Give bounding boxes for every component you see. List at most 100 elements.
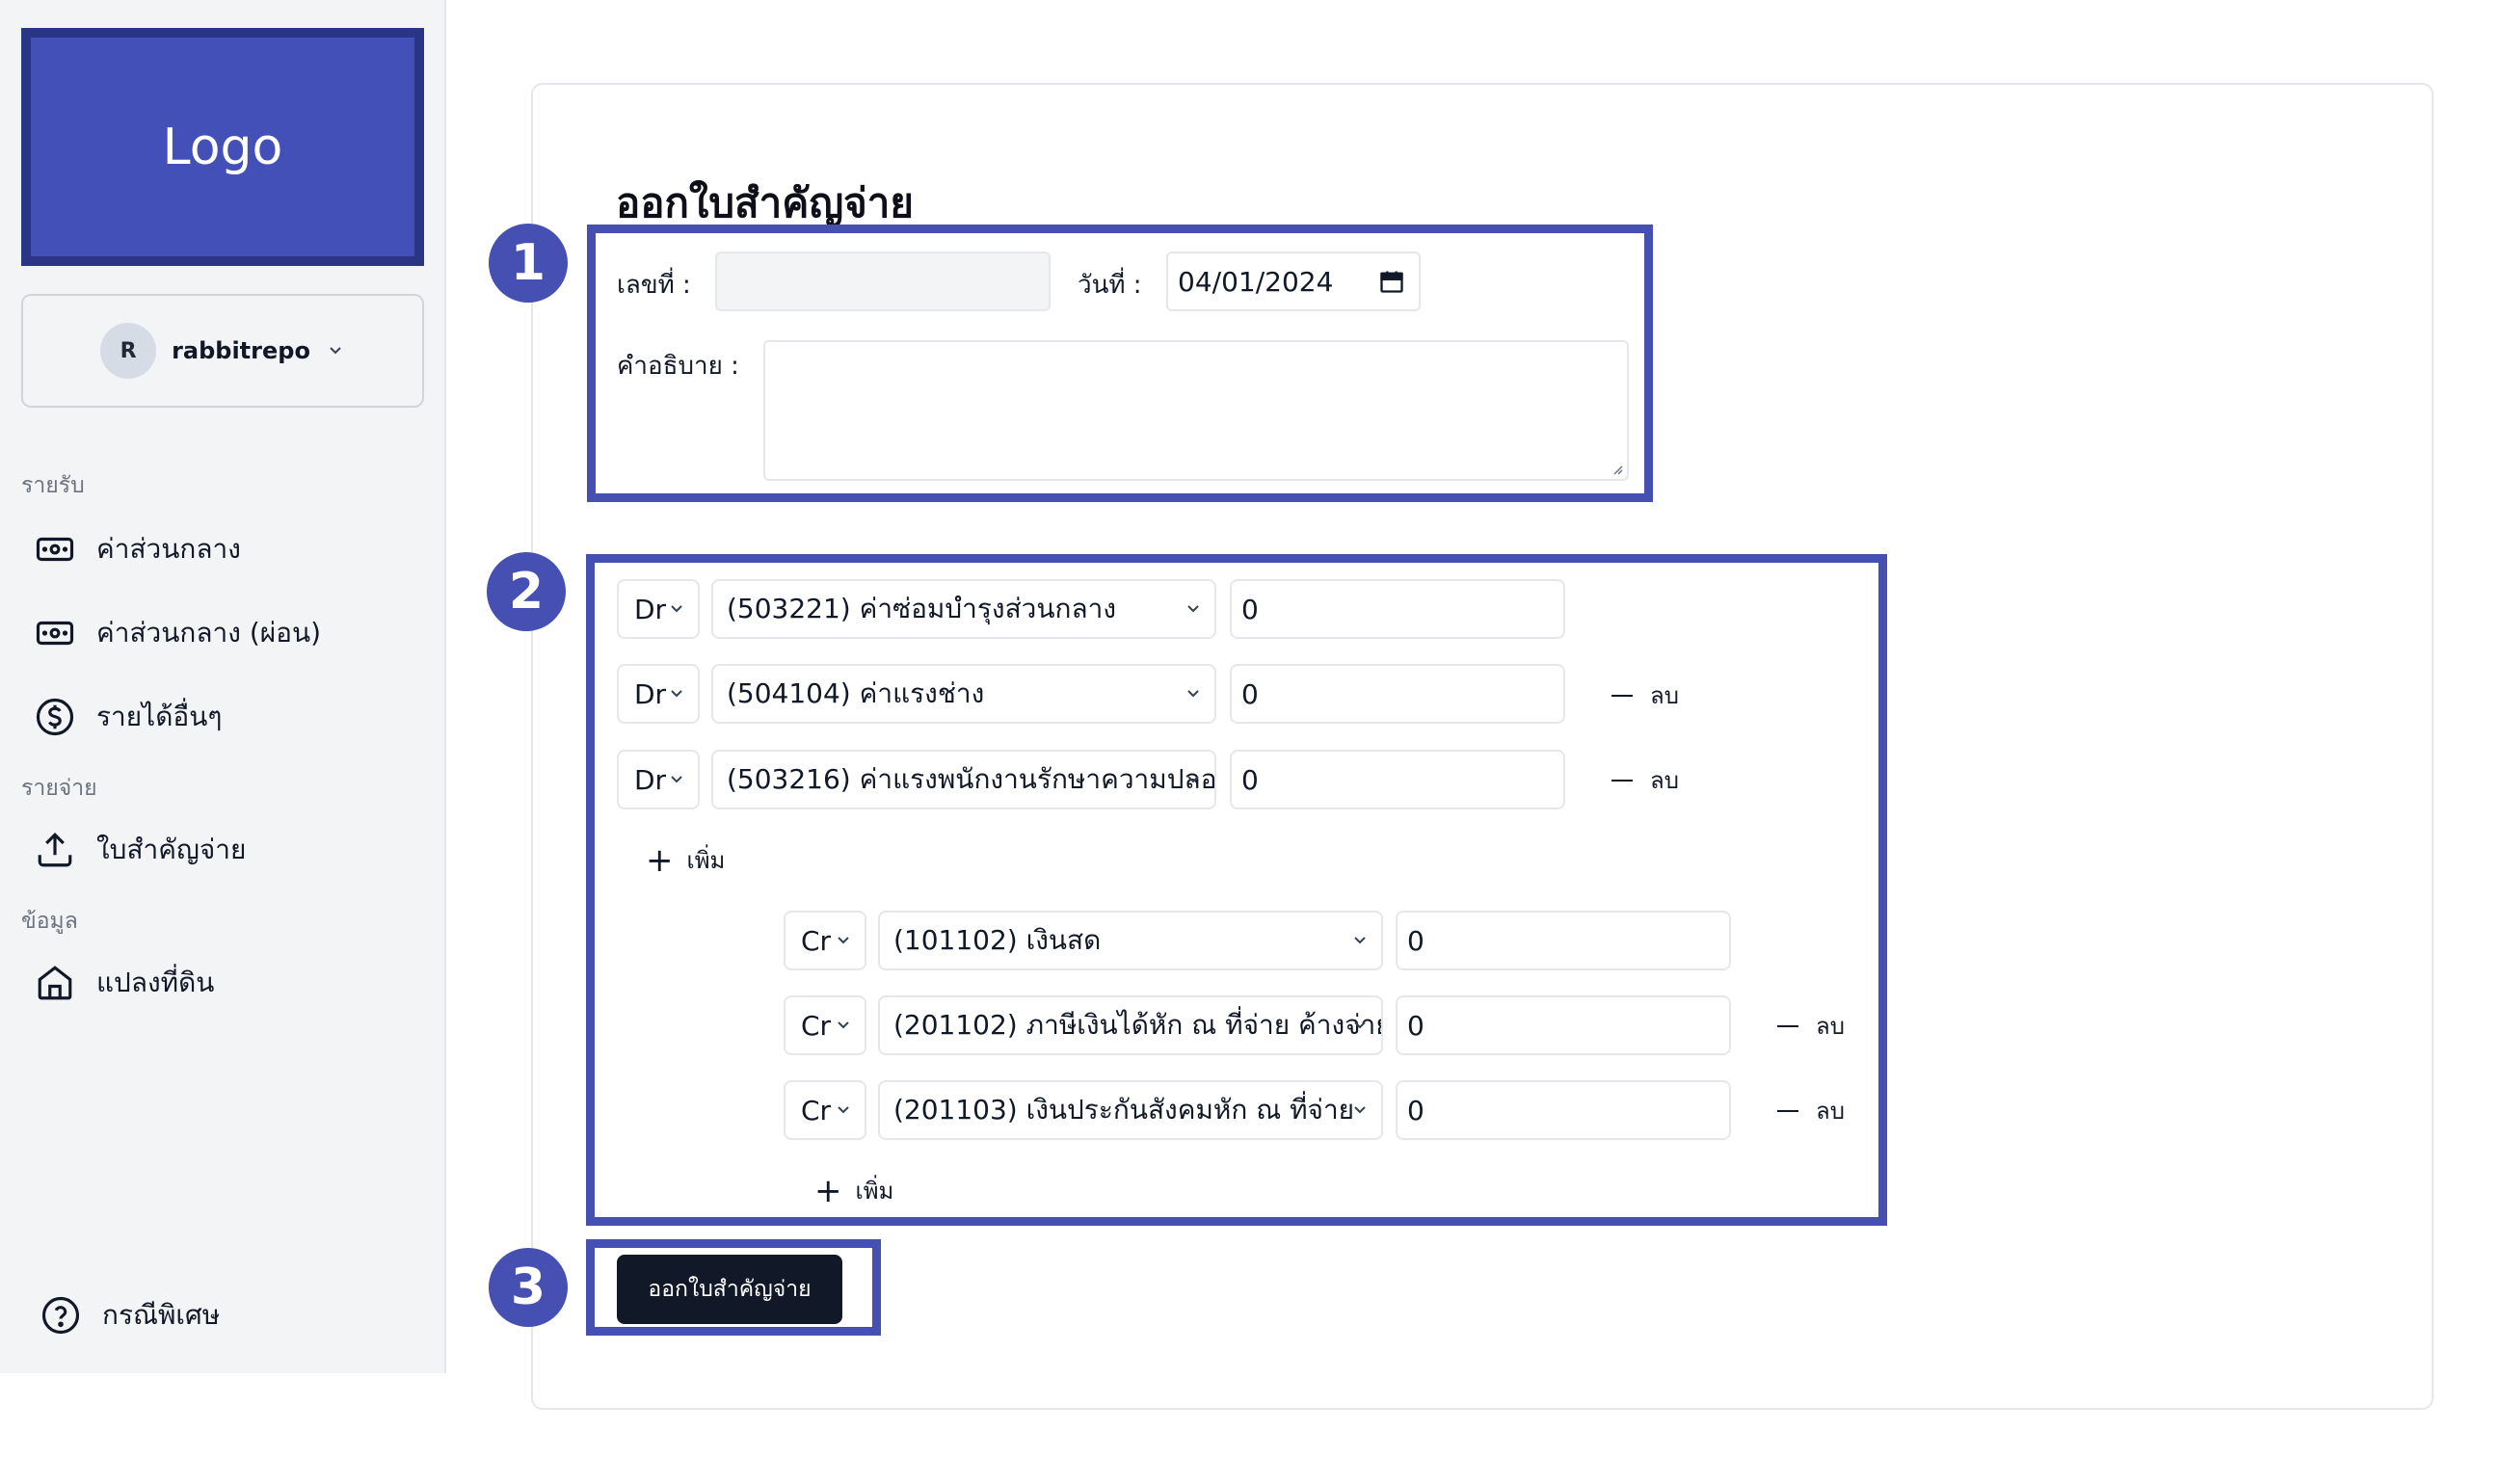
chevron-down-icon <box>671 605 682 613</box>
sidebar-item-special-case[interactable]: กรณีพิเศษ <box>40 1294 220 1337</box>
debit-side-select-2[interactable]: Dr <box>617 664 700 724</box>
chevron-down-icon <box>1187 776 1199 783</box>
section-label-expense: รายจ่าย <box>21 776 97 801</box>
step-badge-3: 3 <box>489 1248 568 1327</box>
remove-label: ลบ <box>1650 767 1679 794</box>
chevron-down-icon <box>1187 690 1199 698</box>
avatar: R <box>100 323 157 379</box>
date-input[interactable]: 04/01/2024 <box>1166 252 1421 311</box>
sidebar-item-label: ค่าส่วนกลาง <box>96 533 241 565</box>
add-debit-row-button[interactable]: + เพิ่ม <box>646 841 725 879</box>
credit-side-select-3[interactable]: Cr <box>784 1080 866 1140</box>
remove-label: ลบ <box>1816 1098 1845 1125</box>
add-credit-row-button[interactable]: + เพิ่ม <box>814 1172 893 1209</box>
side-value: Dr <box>634 593 667 625</box>
resize-handle-icon[interactable] <box>1610 462 1623 475</box>
logo[interactable]: Logo <box>21 28 424 266</box>
chevron-down-icon <box>1354 1106 1366 1114</box>
chevron-down-icon <box>671 690 682 698</box>
sidebar-item-common-fee[interactable]: ค่าส่วนกลาง <box>35 528 241 570</box>
side-value: Dr <box>634 677 667 710</box>
side-value: Cr <box>801 1009 832 1042</box>
chevron-down-icon <box>1354 937 1366 944</box>
number-label: เลขที่ : <box>617 271 691 300</box>
credit-amount-input-1[interactable]: 0 <box>1396 911 1731 970</box>
upload-icon <box>38 833 72 867</box>
remove-label: ลบ <box>1650 682 1679 709</box>
chevron-down-icon <box>838 937 849 944</box>
debit-account-select-1[interactable]: (503221) ค่าซ่อมบำรุงส่วนกลาง <box>711 579 1216 639</box>
account-value: (201102) ภาษีเงินได้หัก ณ ที่จ่าย ค้างจ่… <box>893 1009 1383 1041</box>
remove-credit-row-2-button[interactable]: ลบ <box>1777 1007 1845 1045</box>
side-value: Cr <box>801 1094 832 1126</box>
home-icon <box>38 966 72 1000</box>
account-value: (503216) ค่าแรงพนักงานรักษาความปลอดภัย <box>727 763 1216 795</box>
date-value: 04/01/2024 <box>1178 265 1334 298</box>
chevron-down-icon <box>1187 605 1199 613</box>
account-value: (504104) ค่าแรงช่าง <box>727 677 985 709</box>
minus-icon <box>1777 1024 1798 1027</box>
remove-label: ลบ <box>1816 1013 1845 1040</box>
submit-payment-voucher-button[interactable]: ออกใบสำคัญจ่าย <box>617 1255 842 1324</box>
step-badge-1: 1 <box>489 224 568 303</box>
debit-account-select-2[interactable]: (504104) ค่าแรงช่าง <box>711 664 1216 724</box>
sidebar-item-common-fee-installment[interactable]: ค่าส่วนกลาง (ผ่อน) <box>35 612 321 654</box>
credit-amount-input-3[interactable]: 0 <box>1396 1080 1731 1140</box>
money-bill-icon <box>36 537 74 562</box>
credit-account-select-3[interactable]: (201103) เงินประกันสังคมหัก ณ ที่จ่าย <box>878 1080 1383 1140</box>
side-value: Dr <box>634 763 667 796</box>
credit-account-select-2[interactable]: (201102) ภาษีเงินได้หัก ณ ที่จ่าย ค้างจ่… <box>878 995 1383 1055</box>
sidebar: Logo R rabbitrepo รายรับ ค่าส่วนกลาง ค่า… <box>0 0 446 1373</box>
section-label-data: ข้อมูล <box>21 909 78 934</box>
help-circle-icon <box>41 1296 80 1335</box>
account-value: (201103) เงินประกันสังคมหัก ณ ที่จ่าย <box>893 1094 1355 1126</box>
sidebar-item-label: รายได้อื่นๆ <box>96 701 223 732</box>
remove-debit-row-3-button[interactable]: ลบ <box>1611 761 1679 799</box>
user-menu-button[interactable]: R rabbitrepo <box>21 294 424 408</box>
sidebar-item-label: กรณีพิเศษ <box>102 1299 221 1331</box>
debit-account-select-3[interactable]: (503216) ค่าแรงพนักงานรักษาความปลอดภัย <box>711 750 1216 809</box>
minus-icon <box>1611 694 1633 697</box>
money-bill-icon <box>36 621 74 646</box>
credit-account-select-1[interactable]: (101102) เงินสด <box>878 911 1383 970</box>
account-value: (503221) ค่าซ่อมบำรุงส่วนกลาง <box>727 593 1117 624</box>
account-value: (101102) เงินสด <box>893 924 1102 956</box>
credit-side-select-2[interactable]: Cr <box>784 995 866 1055</box>
description-label: คำอธิบาย : <box>617 352 739 381</box>
chevron-down-icon <box>838 1106 849 1114</box>
debit-amount-input-1[interactable]: 0 <box>1230 579 1565 639</box>
minus-icon <box>1777 1109 1798 1112</box>
chevron-down-icon <box>330 347 341 355</box>
add-label: เพิ่ม <box>855 1178 894 1205</box>
chevron-down-icon <box>838 1021 849 1029</box>
sidebar-item-label: ใบสำคัญจ่าย <box>96 834 247 865</box>
add-label: เพิ่ม <box>686 847 726 874</box>
date-label: วันที่ : <box>1078 271 1142 300</box>
description-textarea[interactable] <box>763 340 1629 481</box>
chevron-down-icon <box>1354 1021 1366 1029</box>
logo-text: Logo <box>31 38 414 256</box>
step-badge-2: 2 <box>487 552 566 631</box>
user-name: rabbitrepo <box>172 337 310 364</box>
debit-side-select-3[interactable]: Dr <box>617 750 700 809</box>
debit-amount-input-3[interactable]: 0 <box>1230 750 1565 809</box>
sidebar-item-label: แปลงที่ดิน <box>96 967 215 998</box>
plus-icon: + <box>814 1171 842 1210</box>
chevron-down-icon <box>671 776 682 783</box>
credit-amount-input-2[interactable]: 0 <box>1396 995 1731 1055</box>
calendar-icon[interactable] <box>1378 268 1405 295</box>
debit-amount-input-2[interactable]: 0 <box>1230 664 1565 724</box>
debit-side-select-1[interactable]: Dr <box>617 579 700 639</box>
side-value: Cr <box>801 924 832 957</box>
sidebar-item-land-plots[interactable]: แปลงที่ดิน <box>35 962 214 1004</box>
section-label-income: รายรับ <box>21 473 85 498</box>
credit-side-select-1[interactable]: Cr <box>784 911 866 970</box>
number-input[interactable] <box>715 252 1051 311</box>
sidebar-item-payment-voucher[interactable]: ใบสำคัญจ่าย <box>35 829 246 871</box>
sidebar-item-other-income[interactable]: รายได้อื่นๆ <box>35 696 222 738</box>
dollar-circle-icon <box>36 698 74 736</box>
sidebar-item-label: ค่าส่วนกลาง (ผ่อน) <box>96 617 322 649</box>
remove-credit-row-3-button[interactable]: ลบ <box>1777 1092 1845 1129</box>
minus-icon <box>1611 779 1633 782</box>
remove-debit-row-2-button[interactable]: ลบ <box>1611 676 1679 714</box>
